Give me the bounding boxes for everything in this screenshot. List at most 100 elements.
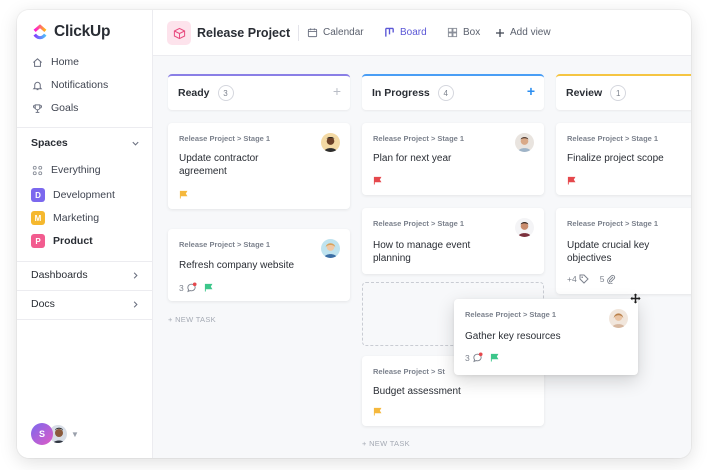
assignee-avatar[interactable] <box>515 218 534 237</box>
comment-icon <box>187 282 197 293</box>
flag-green-icon[interactable] <box>490 353 499 362</box>
task-card[interactable]: Release Project > Stage 1 Finalize proje… <box>556 123 691 195</box>
space-badge: M <box>31 211 45 225</box>
card-footer: 3 <box>465 352 499 363</box>
nav-notifications-label: Notifications <box>51 79 109 91</box>
tab-calendar[interactable]: Calendar <box>307 27 364 38</box>
board-icon <box>385 27 394 37</box>
user-menu[interactable]: S ▼ <box>31 423 79 445</box>
new-task-button[interactable]: + NEW TASK <box>362 439 410 448</box>
card-breadcrumb: Release Project > Stage 1 <box>373 134 465 143</box>
tab-board[interactable]: Board <box>384 27 427 38</box>
sidebar-divider <box>17 290 153 291</box>
card-breadcrumb: Release Project > St <box>373 367 445 376</box>
space-label: Development <box>53 189 115 201</box>
tags-indicator[interactable]: +4 <box>567 274 589 284</box>
column-header-in-progress[interactable]: In Progress 4 + <box>362 74 544 110</box>
add-view-label: Add view <box>510 27 551 38</box>
sidebar: ClickUp Home Notifications Goals Spaces <box>17 10 153 458</box>
tab-label: Board <box>400 27 427 38</box>
clickup-logo[interactable]: ClickUp <box>31 23 111 41</box>
calendar-icon <box>307 28 318 38</box>
assignee-avatar[interactable] <box>321 239 340 258</box>
sidebar-divider <box>17 261 153 262</box>
tab-label: Box <box>463 27 481 38</box>
card-breadcrumb: Release Project > Stage 1 <box>179 134 271 143</box>
docs-item[interactable]: Docs <box>31 298 140 310</box>
space-product[interactable]: P Product <box>31 234 93 248</box>
tag-icon <box>579 274 589 284</box>
project-icon <box>167 21 191 45</box>
flag-red-icon[interactable] <box>567 176 576 185</box>
nav-goals[interactable]: Goals <box>31 102 78 114</box>
nav-home[interactable]: Home <box>31 56 79 68</box>
card-breadcrumb: Release Project > Stage 1 <box>567 134 659 143</box>
card-breadcrumb: Release Project > Stage 1 <box>373 219 465 228</box>
move-cursor-icon <box>630 293 641 304</box>
spaces-header[interactable]: Spaces <box>31 137 140 149</box>
assignee-avatar[interactable] <box>321 133 340 152</box>
everything-label: Everything <box>51 164 101 176</box>
comment-count[interactable]: 3 <box>465 352 483 363</box>
dashboards-item[interactable]: Dashboards <box>31 269 140 281</box>
card-footer <box>567 176 576 185</box>
grid-dots-icon <box>31 164 43 176</box>
column-header-review[interactable]: Review 1 <box>556 74 691 110</box>
card-breadcrumb: Release Project > Stage 1 <box>465 310 557 319</box>
tab-box[interactable]: Box <box>447 27 480 38</box>
flag-yellow-icon[interactable] <box>373 407 382 416</box>
bell-icon <box>31 79 43 91</box>
column-header-ready[interactable]: Ready 3 + <box>168 74 350 110</box>
trophy-icon <box>31 102 43 114</box>
flag-green-icon[interactable] <box>204 283 213 292</box>
assignee-avatar[interactable] <box>609 309 628 328</box>
add-task-plus-icon[interactable]: + <box>527 84 535 98</box>
task-card[interactable]: Release Project > Stage 1 How to manage … <box>362 208 544 274</box>
column-count: 1 <box>610 85 627 101</box>
dragging-task-card[interactable]: Release Project > Stage 1 Gather key res… <box>454 299 638 375</box>
project-title: Release Project <box>197 26 291 40</box>
tags-count-text: +4 <box>567 274 577 284</box>
flag-yellow-icon[interactable] <box>179 190 188 199</box>
box-grid-icon <box>447 27 458 38</box>
flag-red-icon[interactable] <box>373 176 382 185</box>
add-view-button[interactable]: Add view <box>495 27 551 38</box>
spaces-label: Spaces <box>31 137 68 149</box>
card-title: Update contractor agreement <box>179 153 259 177</box>
assignee-avatar[interactable] <box>515 133 534 152</box>
column-title: Review <box>566 87 603 99</box>
add-task-plus-icon[interactable]: + <box>333 84 341 98</box>
card-footer <box>373 176 382 185</box>
app-name: ClickUp <box>54 23 111 40</box>
space-badge: P <box>31 234 45 248</box>
task-card[interactable]: Release Project > Stage 1 Update contrac… <box>168 123 350 209</box>
space-everything[interactable]: Everything <box>31 164 101 176</box>
card-footer <box>179 190 188 199</box>
card-title: How to manage event planning <box>373 240 471 264</box>
user-avatar: S <box>31 423 53 445</box>
comment-count[interactable]: 3 <box>179 282 197 293</box>
task-card[interactable]: Release Project > Stage 1 Plan for next … <box>362 123 544 195</box>
space-marketing[interactable]: M Marketing <box>31 211 99 225</box>
attachments-count-text: 5 <box>599 274 605 284</box>
column-title: In Progress <box>372 87 430 99</box>
comment-count-text: 3 <box>179 282 184 293</box>
home-icon <box>31 56 43 68</box>
space-label: Product <box>53 235 93 247</box>
caret-down-icon: ▼ <box>71 429 79 439</box>
task-card[interactable]: Release Project > Stage 1 Refresh compan… <box>168 229 350 301</box>
nav-notifications[interactable]: Notifications <box>31 79 108 91</box>
new-task-button[interactable]: + NEW TASK <box>168 315 216 324</box>
task-card[interactable]: Release Project > Stage 1 Update crucial… <box>556 208 691 294</box>
space-development[interactable]: D Development <box>31 188 115 202</box>
column-count: 4 <box>437 85 454 101</box>
nav-home-label: Home <box>51 56 80 68</box>
comment-icon <box>473 352 483 363</box>
attachments-indicator[interactable]: 5 <box>600 274 617 284</box>
nav-goals-label: Goals <box>51 102 79 114</box>
app-window: ClickUp Home Notifications Goals Spaces <box>17 10 691 458</box>
card-footer: 3 <box>179 282 213 293</box>
chevron-down-icon[interactable] <box>130 138 140 148</box>
space-label: Marketing <box>53 212 100 224</box>
card-title: Plan for next year <box>373 153 452 164</box>
